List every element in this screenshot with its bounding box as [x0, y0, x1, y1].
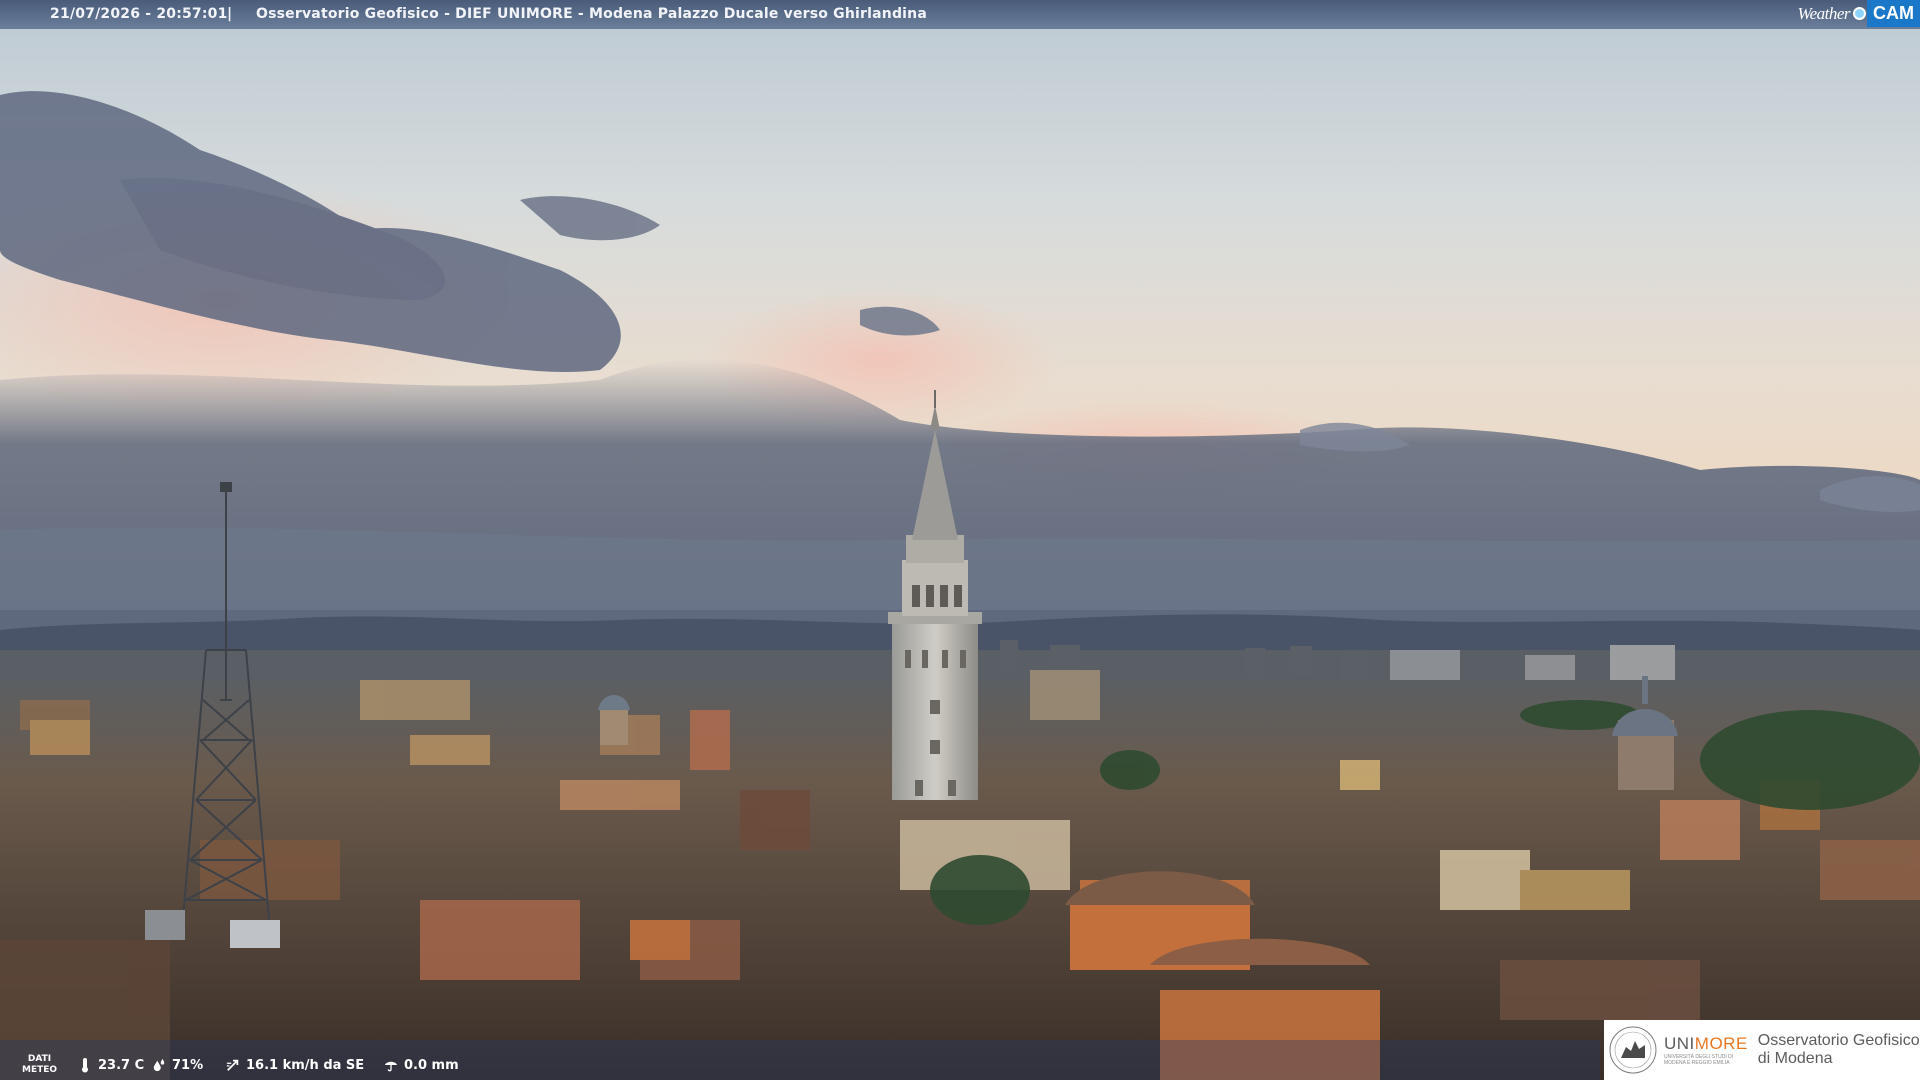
webcam-image [0, 0, 1920, 1080]
temperature-reading: 23.7 C [78, 1057, 144, 1073]
observatory-name: Osservatorio Geofisico di Modena [1757, 1032, 1920, 1067]
humidity-drops-icon [153, 1058, 165, 1072]
wind-reading: 16.1 km/h da SE [226, 1057, 364, 1073]
wind-icon [226, 1059, 239, 1071]
weathercam-logo: Weather CAM [1791, 0, 1920, 27]
rain-reading: 0.0 mm [384, 1057, 459, 1073]
rain-icon [384, 1061, 398, 1072]
weathercam-weather-text: Weather [1797, 3, 1850, 23]
weathercam-dot-icon [1853, 7, 1866, 20]
unimore-seal-icon [1609, 1026, 1657, 1074]
weathercam-cam-text: CAM [1867, 0, 1920, 27]
top-caption-bar: 21/07/2026 - 20:57:01 | Osservatorio Geo… [0, 0, 1920, 29]
unimore-subtitle: UNIVERSITÀ DEGLI STUDI DI MODENA E REGGI… [1664, 1054, 1734, 1066]
unimore-wordmark: UNIMORE UNIVERSITÀ DEGLI STUDI DI MODENA… [1664, 1034, 1748, 1066]
timestamp: 21/07/2026 - 20:57:01 [50, 6, 228, 22]
location-caption: Osservatorio Geofisico - DIEF UNIMORE - … [256, 6, 927, 22]
humidity-reading: 71% [152, 1057, 203, 1073]
temperature-value: 23.7 C [98, 1057, 145, 1073]
meteo-label-line1: DATI [27, 1054, 52, 1064]
separator: | [227, 6, 233, 22]
meteo-label: DATI METEO [22, 1054, 57, 1076]
meteo-data-bar: DATI METEO 23.7 C 71% 16.1 km/h da SE 0.… [0, 1050, 1600, 1080]
humidity-value: 71% [172, 1057, 204, 1073]
thermometer-icon [82, 1058, 88, 1073]
unimore-name: UNIMORE [1664, 1034, 1748, 1053]
wind-value: 16.1 km/h da SE [246, 1057, 365, 1073]
unimore-logo-box: UNIMORE UNIVERSITÀ DEGLI STUDI DI MODENA… [1604, 1020, 1920, 1080]
rain-value: 0.0 mm [404, 1057, 459, 1073]
meteo-label-line2: METEO [22, 1065, 58, 1075]
